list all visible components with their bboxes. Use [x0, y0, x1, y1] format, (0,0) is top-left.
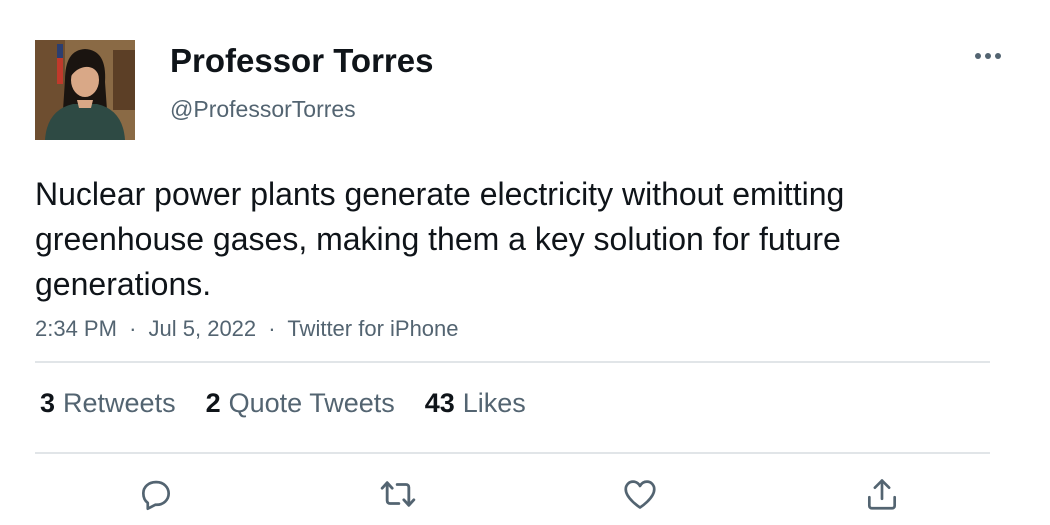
author-display-name[interactable]: Professor Torres	[170, 42, 433, 80]
retweets-stat[interactable]: 3 Retweets	[40, 388, 176, 419]
divider	[35, 452, 990, 454]
tweet-text: Nuclear power plants generate electricit…	[35, 176, 845, 302]
quote-tweets-stat[interactable]: 2 Quote Tweets	[206, 388, 395, 419]
likes-stat[interactable]: 43 Likes	[425, 388, 526, 419]
share-button[interactable]	[862, 474, 902, 514]
meta-separator: ·	[129, 316, 137, 341]
reply-button[interactable]	[136, 474, 176, 514]
divider	[35, 361, 990, 363]
tweet-time[interactable]: 2:34 PM	[35, 316, 117, 341]
retweets-count: 3	[40, 388, 56, 418]
profile-photo	[35, 40, 135, 140]
meta-separator: ·	[268, 316, 276, 341]
avatar[interactable]	[35, 40, 135, 140]
tweet-stats: 3 Retweets 2 Quote Tweets 43 Likes	[40, 388, 556, 419]
likes-count: 43	[424, 388, 455, 418]
more-options-button[interactable]	[968, 44, 1008, 68]
retweet-button[interactable]	[378, 474, 418, 514]
quote-tweets-count: 2	[205, 388, 221, 418]
retweets-label: Retweets	[63, 388, 176, 418]
share-icon	[867, 479, 897, 510]
author-handle[interactable]: @ProfessorTorres	[170, 96, 356, 123]
more-dots-icon	[975, 53, 1001, 59]
likes-label: Likes	[462, 388, 526, 418]
reply-icon	[141, 480, 171, 511]
tweet-date[interactable]: Jul 5, 2022	[149, 316, 257, 341]
retweet-icon	[380, 481, 416, 507]
heart-icon	[624, 480, 656, 509]
tweet-meta: 2:34 PM · Jul 5, 2022 · Twitter for iPho…	[35, 316, 459, 342]
quote-tweets-label: Quote Tweets	[228, 388, 395, 418]
tweet-source[interactable]: Twitter for iPhone	[287, 316, 458, 341]
like-button[interactable]	[620, 474, 660, 514]
